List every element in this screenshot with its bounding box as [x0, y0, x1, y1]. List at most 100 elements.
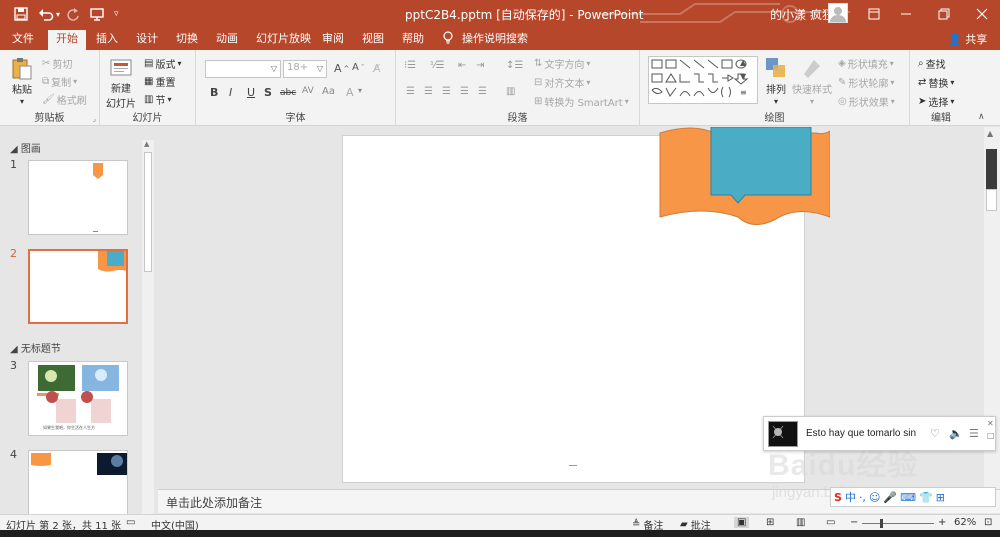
- volume-icon[interactable]: 🔈: [949, 427, 963, 440]
- undo-dropdown-icon[interactable]: ▾: [56, 5, 60, 23]
- increase-indent-icon[interactable]: ⇥: [476, 60, 484, 71]
- shape-outline-button[interactable]: ✎ 形状轮廓 ▾: [838, 75, 894, 90]
- chinese-mode-icon[interactable]: 中: [845, 489, 856, 505]
- tab-review[interactable]: 审阅: [322, 31, 344, 50]
- tab-file[interactable]: 文件: [12, 31, 34, 50]
- keyboard-icon[interactable]: ⌨: [900, 491, 916, 504]
- bullets-icon[interactable]: ⁝☰: [404, 60, 416, 71]
- section-header-2[interactable]: ◢ 无标题节: [10, 340, 61, 355]
- tab-home[interactable]: 开始: [48, 30, 86, 50]
- fit-slide-icon[interactable]: ⊡: [984, 517, 992, 528]
- justify-icon[interactable]: ☰: [460, 86, 469, 97]
- new-slide-button[interactable]: 新建 幻灯片: [106, 56, 136, 110]
- layout-button[interactable]: ▤ 版式 ▾: [144, 56, 181, 71]
- slide-thumbnail-1[interactable]: [28, 160, 128, 235]
- tell-me-search[interactable]: 操作说明搜索: [462, 31, 528, 50]
- zoom-in-icon[interactable]: +: [938, 517, 946, 528]
- line-spacing-icon[interactable]: ↕☰: [506, 60, 523, 71]
- zoom-out-icon[interactable]: −: [850, 517, 858, 528]
- editor-scroll-up-icon[interactable]: ▲: [987, 129, 993, 138]
- paste-button[interactable]: 粘贴 ▾: [10, 56, 34, 106]
- slide-thumbnail-2[interactable]: [28, 249, 128, 324]
- tab-animations[interactable]: 动画: [216, 31, 238, 50]
- close-popup-icon[interactable]: ✕: [987, 419, 994, 428]
- shape-fill-button[interactable]: ◈ 形状填充 ▾: [838, 56, 894, 71]
- present-icon[interactable]: [90, 5, 104, 23]
- bold-button[interactable]: B: [210, 86, 218, 99]
- sogou-icon[interactable]: S: [834, 491, 842, 504]
- gallery-up-icon[interactable]: ▲: [740, 58, 746, 67]
- editor-scroll-area[interactable]: [986, 189, 997, 211]
- shadow-button[interactable]: S: [264, 86, 272, 99]
- undo-icon[interactable]: [38, 5, 54, 23]
- notes-placeholder[interactable]: 单击此处添加备注: [166, 494, 262, 511]
- zoom-slider[interactable]: [862, 523, 934, 524]
- avatar[interactable]: [828, 3, 848, 23]
- wave-banner-shape[interactable]: [658, 127, 830, 227]
- copy-button[interactable]: ⧉ 复制 ▾: [42, 74, 77, 89]
- font-color-icon[interactable]: A: [346, 86, 354, 99]
- close-icon[interactable]: [966, 0, 998, 28]
- thumbnail-scrollbar[interactable]: ▲: [142, 140, 154, 515]
- align-text-button[interactable]: ⊟ 对齐文本 ▾: [534, 75, 590, 90]
- section-header-1[interactable]: ◢ 图画: [10, 140, 41, 155]
- spelling-icon[interactable]: ▭: [126, 517, 135, 528]
- tab-design[interactable]: 设计: [136, 31, 158, 50]
- playlist-icon[interactable]: ☰: [969, 427, 979, 440]
- dialog-launcher-icon[interactable]: ⌟: [93, 115, 96, 123]
- zoom-level[interactable]: 62%: [954, 517, 976, 528]
- format-painter-button[interactable]: 🖌 格式刷: [42, 92, 87, 107]
- scroll-up-icon[interactable]: ▲: [144, 140, 149, 148]
- customize-qat-icon[interactable]: ▿: [114, 5, 119, 23]
- decrease-font-icon[interactable]: Aˇ: [352, 62, 364, 73]
- collapse-ribbon-icon[interactable]: ∧: [978, 112, 985, 122]
- emoji-icon[interactable]: ☺: [869, 491, 880, 504]
- replace-button[interactable]: ⇄ 替换 ▾: [918, 75, 954, 90]
- strikethrough-button[interactable]: abc: [280, 88, 296, 98]
- increase-font-icon[interactable]: A ^: [334, 62, 349, 75]
- align-right-icon[interactable]: ☰: [442, 86, 451, 97]
- align-center-icon[interactable]: ☰: [424, 86, 433, 97]
- gallery-more-icon[interactable]: ≡: [740, 88, 747, 97]
- font-name-dropdown-icon[interactable]: ▽: [271, 64, 277, 73]
- slideshow-view-icon[interactable]: ▭: [826, 517, 835, 528]
- numbering-icon[interactable]: ⅟☰: [430, 60, 445, 71]
- reading-view-icon[interactable]: ▥: [796, 517, 805, 528]
- slide-thumbnail-4[interactable]: [28, 450, 128, 515]
- arrange-button[interactable]: 排列 ▾: [764, 56, 788, 106]
- pin-icon[interactable]: □: [987, 431, 995, 440]
- tab-transitions[interactable]: 切换: [176, 31, 198, 50]
- decrease-indent-icon[interactable]: ⇤: [458, 60, 466, 71]
- smartart-button[interactable]: ⊞ 转换为 SmartArt ▾: [534, 94, 629, 109]
- slide-sorter-icon[interactable]: ⊞: [766, 517, 774, 528]
- font-size-combo[interactable]: 18+ ▽: [283, 60, 327, 78]
- user-name[interactable]: 的小漾 疯狂: [770, 6, 834, 23]
- find-button[interactable]: ⌕ 查找: [918, 56, 946, 71]
- section-button[interactable]: ▥ 节 ▾: [144, 92, 171, 107]
- voice-icon[interactable]: 🎤: [883, 491, 897, 504]
- gallery-down-icon[interactable]: ▼: [740, 72, 746, 81]
- select-button[interactable]: ➤ 选择 ▾: [918, 94, 954, 109]
- char-spacing-icon[interactable]: AV: [302, 86, 314, 96]
- normal-view-icon[interactable]: ▣: [734, 517, 750, 528]
- toolbox-icon[interactable]: ⊞: [936, 491, 945, 504]
- thumbnail-scroll-thumb[interactable]: [144, 152, 152, 272]
- heart-icon[interactable]: ♡: [930, 427, 940, 440]
- restore-icon[interactable]: [928, 0, 960, 28]
- editor-scroll-thumb[interactable]: [986, 149, 997, 189]
- font-name-combo[interactable]: ▽: [205, 60, 281, 78]
- tab-view[interactable]: 视图: [362, 31, 384, 50]
- distributed-icon[interactable]: ☰: [478, 86, 487, 97]
- shape-effects-button[interactable]: ◎ 形状效果 ▾: [838, 94, 895, 109]
- redo-icon[interactable]: [66, 5, 80, 23]
- punctuation-icon[interactable]: ·,: [859, 491, 866, 504]
- reset-button[interactable]: ▦ 重置: [144, 74, 175, 89]
- ribbon-display-icon[interactable]: [858, 0, 890, 28]
- minimize-icon[interactable]: [890, 0, 922, 28]
- underline-button[interactable]: U: [247, 86, 255, 99]
- change-case-icon[interactable]: Aa: [322, 86, 335, 97]
- cut-button[interactable]: ✂ 剪切: [42, 56, 72, 71]
- columns-icon[interactable]: ▥: [506, 86, 515, 97]
- text-direction-button[interactable]: ⇅ 文字方向 ▾: [534, 56, 590, 71]
- align-left-icon[interactable]: ☰: [406, 86, 415, 97]
